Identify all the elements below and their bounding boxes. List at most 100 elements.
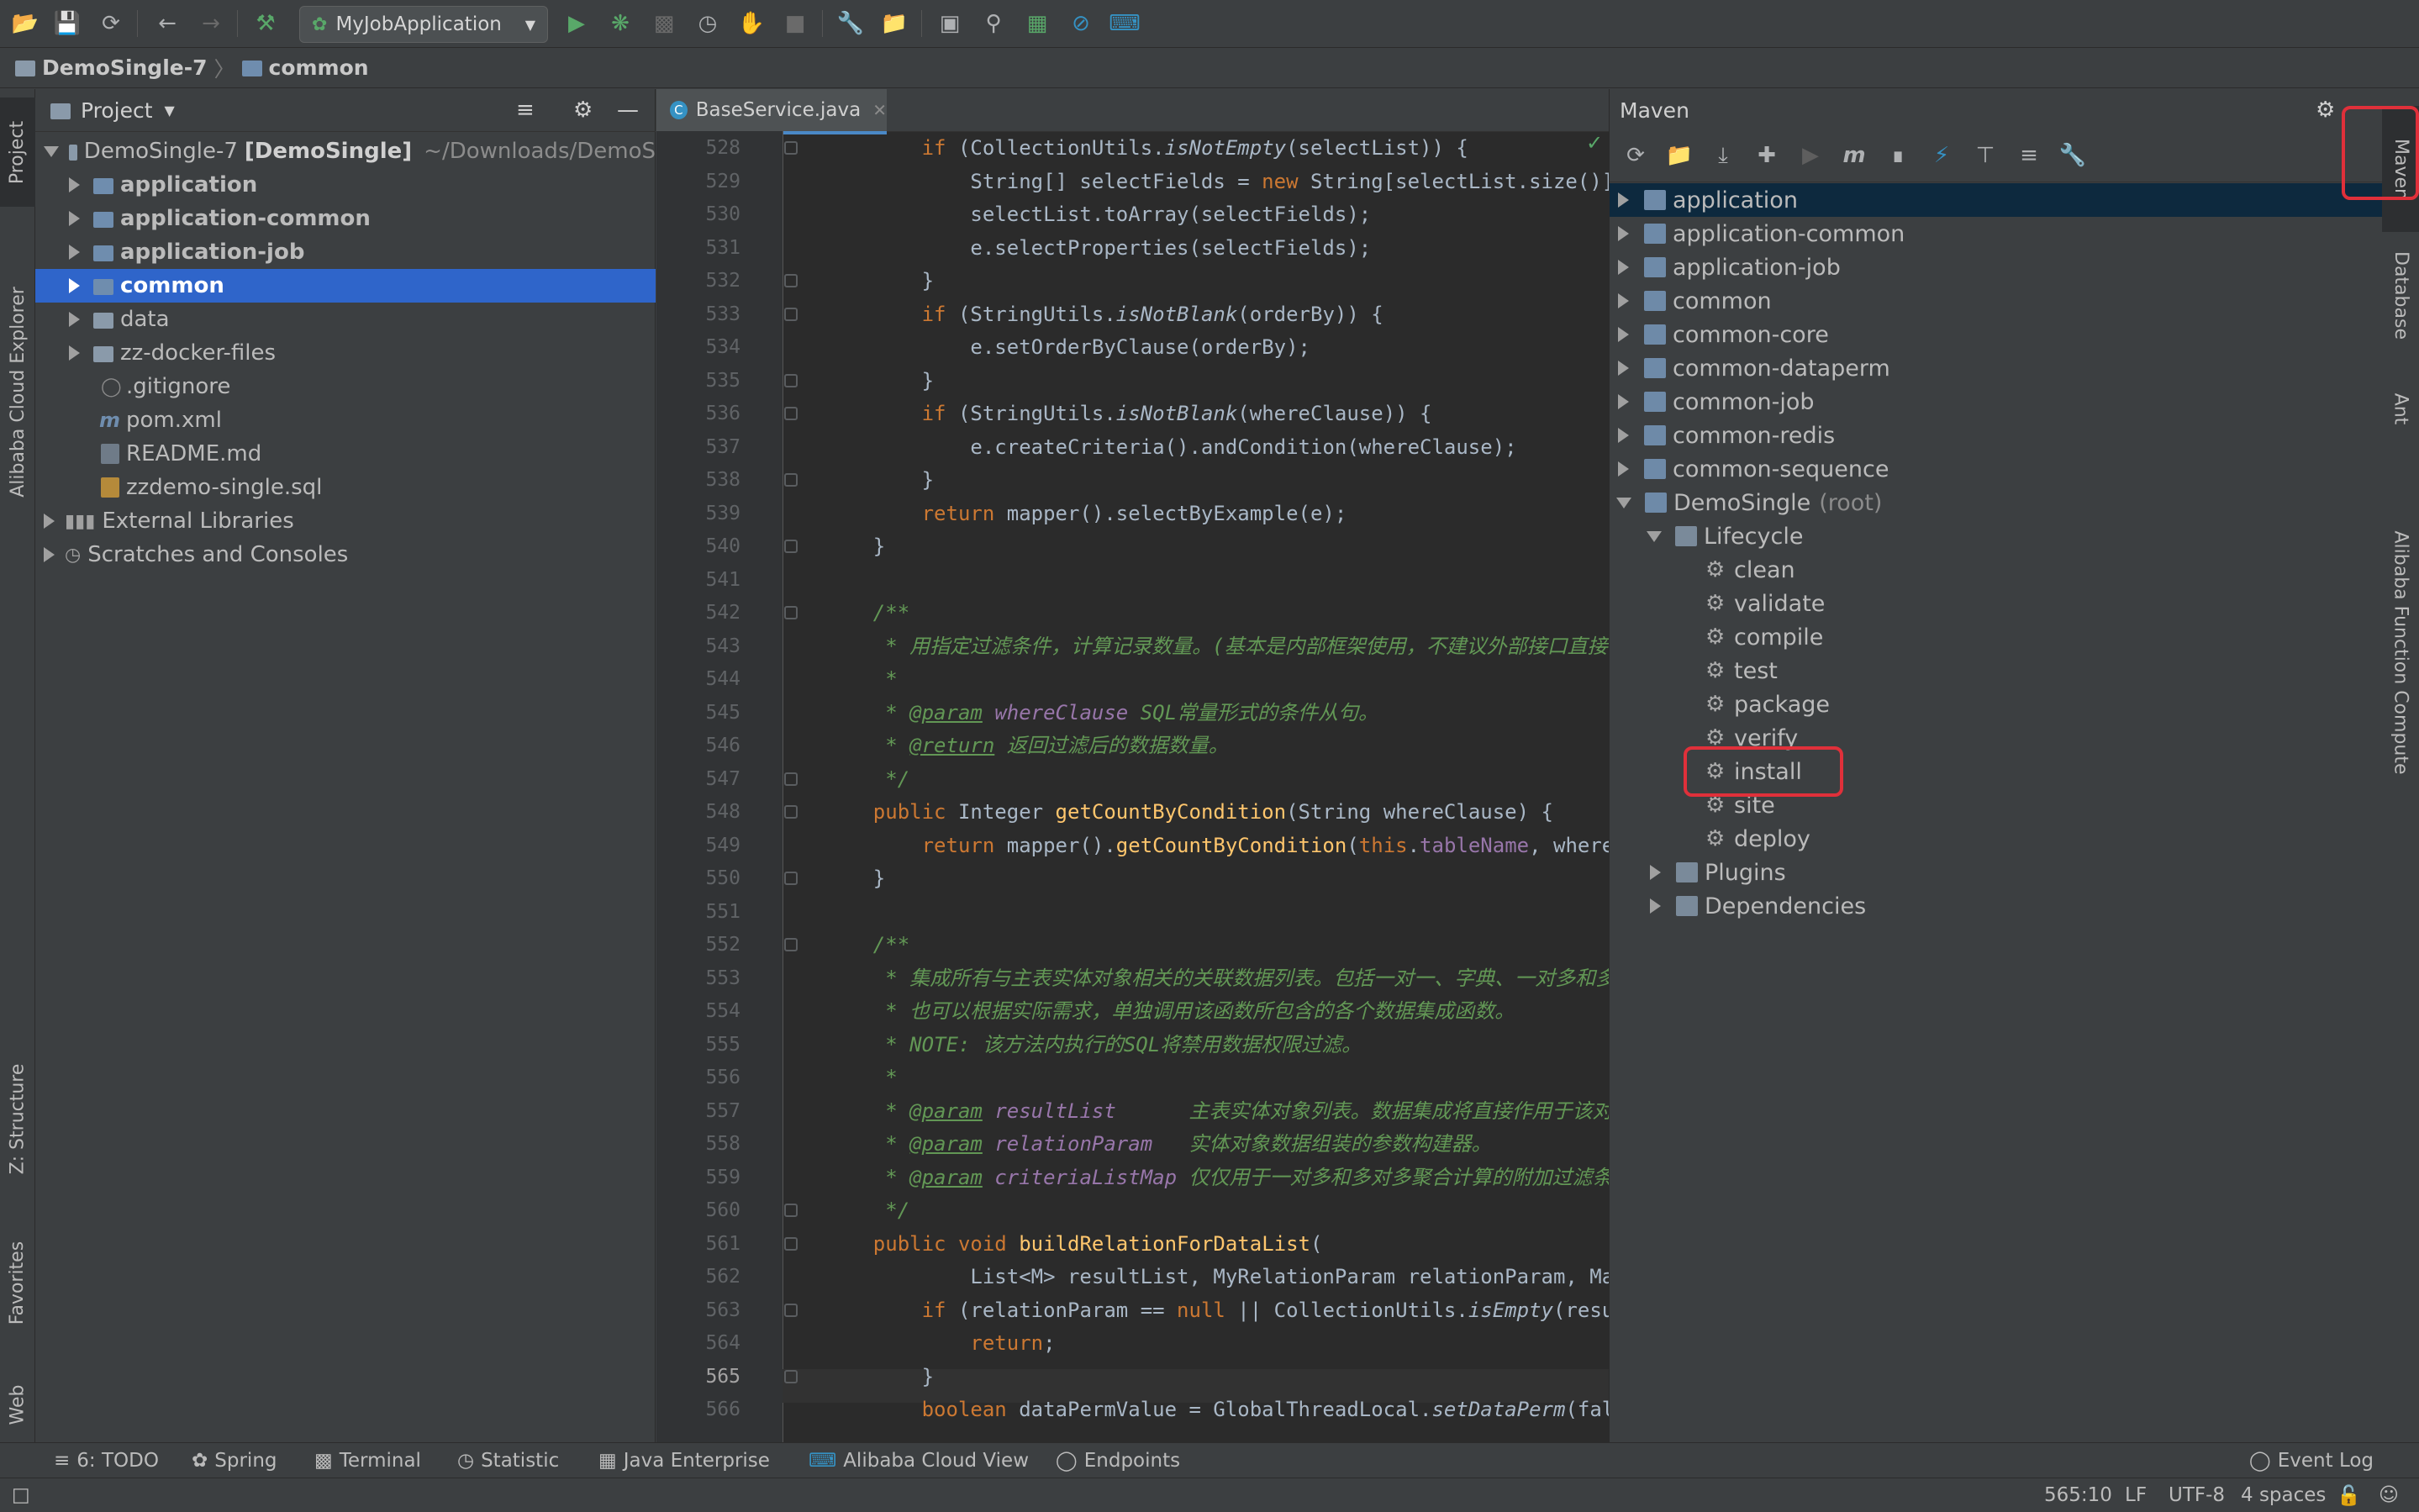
expand-arrow-icon[interactable] [1647,530,1662,542]
coverage-icon[interactable]: ▩ [649,8,679,39]
cloud-icon[interactable]: ⌨ [1109,8,1141,39]
expand-arrow-icon[interactable] [1650,865,1661,880]
code-line[interactable]: * 集成所有与主表实体对象相关的关联数据列表。包括一对一、字典、一对多和多对 [825,961,1636,995]
wrench-icon[interactable]: 🔧 [2058,141,2087,170]
expand-arrow-icon[interactable] [69,177,80,192]
fold-marker-icon[interactable] [784,1303,798,1317]
run-icon[interactable]: ▶ [561,8,592,39]
maven-module-application-common[interactable]: application-common [1610,217,2383,250]
code-line[interactable]: * [825,662,897,696]
code-line[interactable]: * @param resultList 主表实体对象列表。数据集成将直接作用于该… [825,1094,1652,1128]
maven-module-common-job[interactable]: common-job [1610,385,2383,419]
tab-spring[interactable]: ✿ Spring [192,1443,277,1478]
expand-arrow-icon[interactable] [69,278,80,293]
tree-item-application-job[interactable]: application-job [35,235,656,269]
expand-arrow-icon[interactable] [69,345,80,361]
code-line[interactable]: /** [825,596,909,630]
fold-marker-icon[interactable] [784,307,798,321]
code-line[interactable]: } [825,463,934,497]
fold-marker-icon[interactable] [784,1369,798,1383]
sync-icon[interactable]: ⟳ [96,8,126,39]
code-line[interactable]: return mapper().selectByExample(e); [825,497,1347,530]
tree-root[interactable]: DemoSingle-7 [DemoSingle] ~/Downloads/De… [35,134,656,168]
gear-icon[interactable]: ⚙ [573,97,593,123]
code-line[interactable]: e.selectProperties(selectFields); [825,231,1371,265]
maven-module-common-sequence[interactable]: common-sequence [1610,452,2383,486]
hide-panel-icon[interactable]: — [617,97,639,123]
status-toggle-icon[interactable]: □ [12,1478,30,1512]
expand-arrow-icon[interactable] [69,245,80,260]
tree-item-gitignore[interactable]: ◯ .gitignore [35,370,656,403]
tree-item-external-libraries[interactable]: ▮▮▮ External Libraries [35,504,656,538]
profile-icon[interactable]: ◷ [693,8,723,39]
tab-structure[interactable]: Z: Structure [0,1039,35,1199]
tree-item-scratches[interactable]: ◷ Scratches and Consoles [35,538,656,572]
code-line[interactable]: * @param whereClause SQL常量形式的条件从句。 [825,696,1378,730]
code-line[interactable]: */ [825,1193,909,1227]
frame-icon[interactable]: ▣ [935,8,965,39]
stop-icon[interactable]: ■ [780,8,810,39]
add-icon[interactable]: ✚ [1752,141,1781,170]
maven-root-project[interactable]: DemoSingle (root) [1610,486,2383,519]
expand-arrow-icon[interactable] [1618,226,1629,241]
fold-marker-icon[interactable] [784,1204,798,1217]
indent-setting[interactable]: 4 spaces [2241,1478,2326,1512]
breadcrumb-project[interactable]: DemoSingle-7 [42,55,208,80]
lock-icon[interactable]: 🔓 [2337,1478,2361,1512]
tree-item-application-common[interactable]: application-common [35,202,656,235]
open-icon[interactable]: 📂 [10,8,40,39]
expand-arrow-icon[interactable] [1618,394,1629,409]
tree-item-pom[interactable]: m pom.xml [35,403,656,437]
collapse-all-icon[interactable]: ≡ [2015,141,2043,170]
expand-arrow-icon[interactable] [44,547,55,562]
code-line[interactable]: } [825,1360,934,1393]
lifecycle-compile[interactable]: ⚙ compile [1610,620,2383,654]
lifecycle-package[interactable]: ⚙ package [1610,688,2383,721]
debug-icon[interactable]: ❋ [605,8,635,39]
search-icon[interactable]: ⚲ [978,8,1009,39]
fold-marker-icon[interactable] [784,473,798,487]
maven-module-common[interactable]: common [1610,284,2383,318]
fold-marker-icon[interactable] [784,540,798,553]
tab-project[interactable]: Project [0,97,35,207]
code-line[interactable]: return mapper().getCountByCondition(this… [825,829,1663,862]
project-structure-icon[interactable]: 📁 [879,8,909,39]
code-line[interactable]: if (StringUtils.isNotBlank(whereClause))… [825,397,1432,430]
save-icon[interactable]: 💾 [52,8,82,39]
code-line[interactable]: * [825,1061,897,1094]
code-line[interactable]: String[] selectFields = new String[selec… [825,165,1626,198]
maven-module-common-core[interactable]: common-core [1610,318,2383,351]
offline-icon[interactable]: ∎ [1884,141,1912,170]
skip-tests-icon[interactable]: ⚡ [1927,141,1956,170]
tree-item-zz-docker-files[interactable]: zz-docker-files [35,336,656,370]
code-line[interactable]: /** [825,928,909,961]
code-line[interactable]: if (relationParam == null || CollectionU… [825,1293,1663,1327]
maven-dependencies[interactable]: Dependencies [1610,889,2383,923]
file-encoding[interactable]: UTF-8 [2169,1478,2225,1512]
chevron-down-icon[interactable]: ▼ [165,103,175,119]
lifecycle-clean[interactable]: ⚙ clean [1610,553,2383,587]
disable-icon[interactable]: ⊘ [1066,8,1096,39]
maven-lifecycle[interactable]: Lifecycle [1610,519,2383,553]
code-line[interactable]: e.createCriteria().andCondition(whereCla… [825,430,1516,464]
maven-module-common-redis[interactable]: common-redis [1610,419,2383,452]
code-editor[interactable]: C BaseService.java ✕ 528 529 530 531 532 533 5… [656,89,1663,1442]
expand-arrow-icon[interactable] [1616,497,1631,508]
forward-icon[interactable]: → [196,8,226,39]
settings-icon[interactable]: 🔧 [835,8,866,39]
maven-module-common-dataperm[interactable]: common-dataperm [1610,351,2383,385]
attach-icon[interactable]: ✋ [736,8,767,39]
tree-item-data[interactable]: data [35,303,656,336]
breadcrumb-module[interactable]: common [269,55,369,80]
profiler-icon[interactable]: ▦ [1022,8,1052,39]
code-line[interactable]: e.setOrderByClause(orderBy); [825,330,1310,364]
close-icon[interactable]: ✕ [872,100,887,120]
expand-arrow-icon[interactable] [1618,293,1629,308]
expand-arrow-icon[interactable] [69,211,80,226]
maven-module-application[interactable]: application [1610,183,2383,217]
code-line[interactable]: * 用指定过滤条件，计算记录数量。(基本是内部框架使用，不建议外部接口直接使 [825,630,1627,663]
expand-arrow-icon[interactable] [1618,461,1629,477]
code-line[interactable]: } [825,364,934,398]
maven-plugins[interactable]: Plugins [1610,856,2383,889]
lifecycle-deploy[interactable]: ⚙ deploy [1610,822,2383,856]
